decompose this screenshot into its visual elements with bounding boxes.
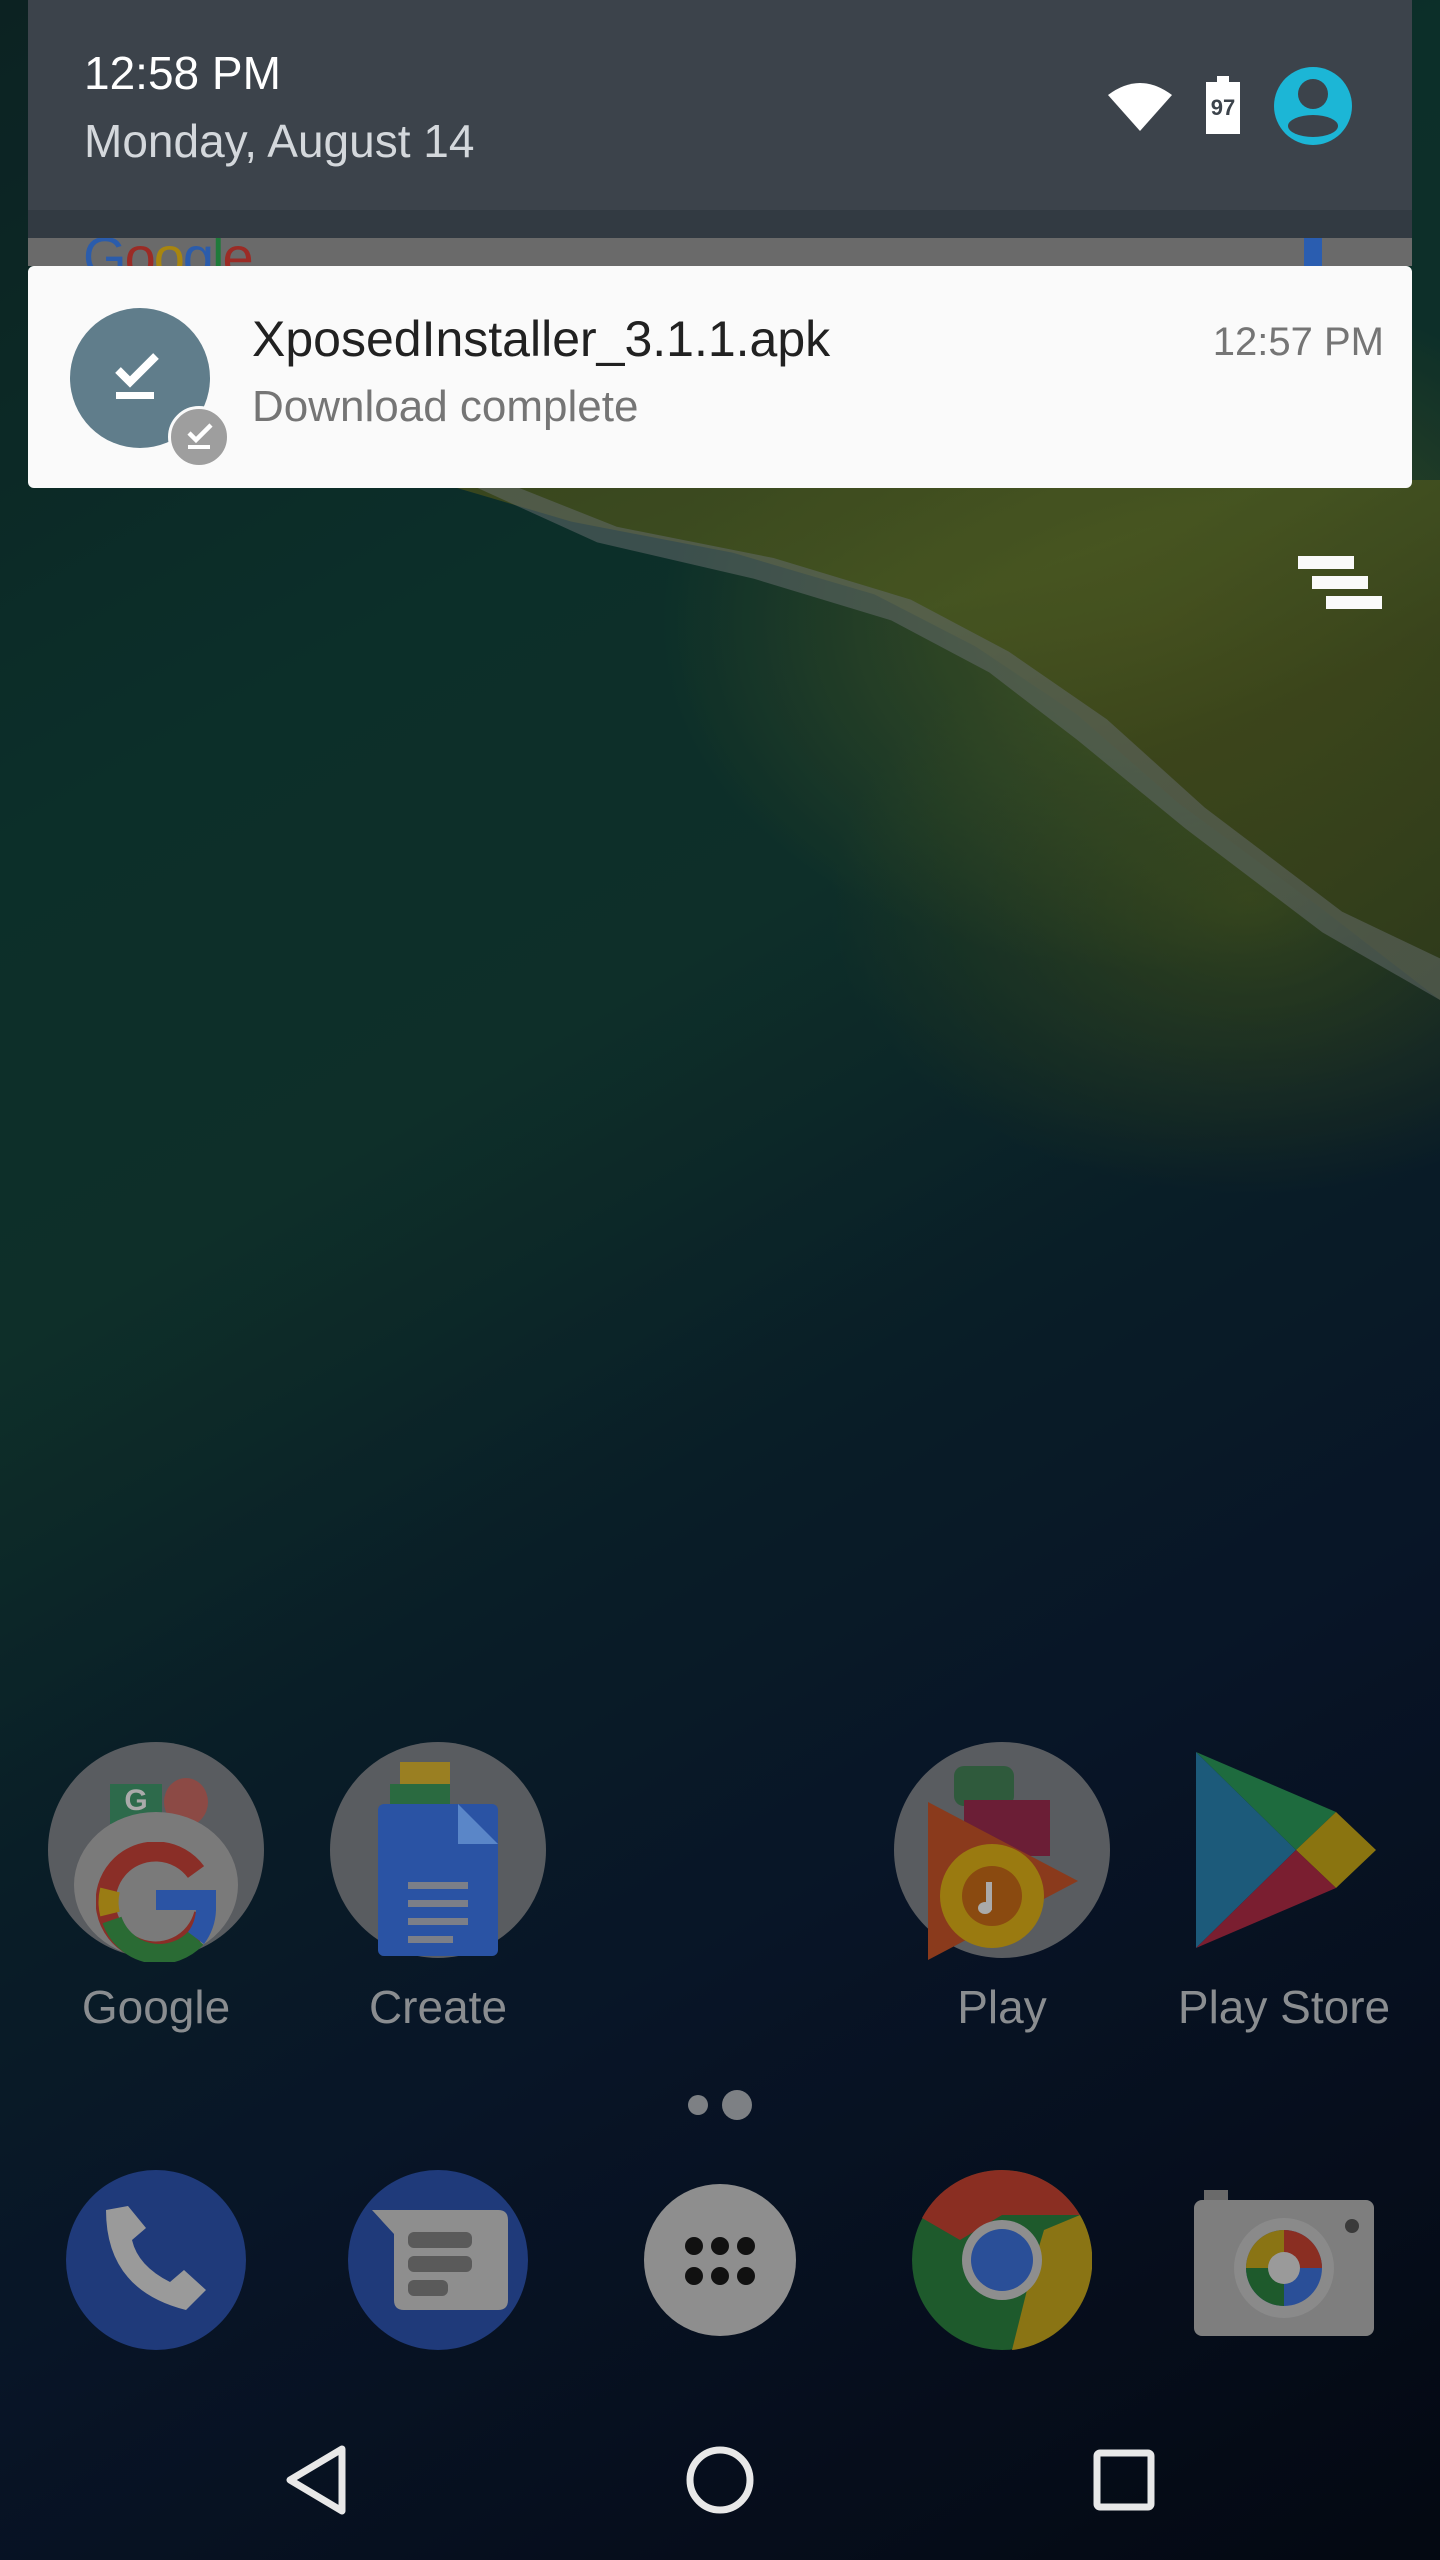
- download-notification[interactable]: XposedInstaller_3.1.1.apk Download compl…: [28, 266, 1412, 488]
- shade-date[interactable]: Monday, August 14: [84, 114, 474, 168]
- back-button[interactable]: [276, 2440, 356, 2520]
- notification-time: 12:57 PM: [1212, 320, 1384, 364]
- navigation-bar: [0, 2400, 1440, 2560]
- dock-camera[interactable]: [1194, 2170, 1374, 2350]
- notification-title: XposedInstaller_3.1.1.apk: [252, 311, 831, 367]
- account-avatar-icon[interactable]: [1274, 67, 1352, 145]
- status-icons: 97: [1108, 66, 1352, 146]
- dock-app-drawer[interactable]: [630, 2170, 810, 2350]
- messages-icon: [348, 2170, 528, 2350]
- app-label: Play Store: [1177, 1981, 1391, 2033]
- app-label: Play: [957, 1981, 1047, 2033]
- docs-folder-icon: [330, 1742, 546, 1958]
- battery-level: 97: [1210, 95, 1236, 120]
- notification-text: Download complete: [252, 382, 639, 431]
- home-button[interactable]: [680, 2440, 760, 2520]
- recents-icon: [1093, 2449, 1155, 2511]
- app-drawer-icon: [644, 2184, 796, 2336]
- mic-icon[interactable]: [1304, 238, 1322, 266]
- play-folder-icon: [894, 1742, 1110, 1960]
- google-search-widget[interactable]: Google: [28, 238, 1412, 266]
- app-label: Google: [81, 1981, 231, 2033]
- dock-phone[interactable]: [66, 2170, 246, 2350]
- page-indicator: [688, 2090, 752, 2120]
- battery-icon: 97: [1206, 76, 1240, 134]
- app-label: Create: [368, 1981, 508, 2033]
- page-dot[interactable]: [688, 2095, 708, 2115]
- recents-button[interactable]: [1084, 2440, 1164, 2520]
- page-dot-active[interactable]: [722, 2090, 752, 2120]
- app-play-folder[interactable]: Play: [892, 1742, 1112, 2034]
- phone-icon: [66, 2170, 246, 2350]
- shade-divider-strip: [28, 210, 1412, 238]
- app-google-folder[interactable]: G Google: [46, 1742, 266, 2034]
- shade-clock: 12:58 PM: [84, 47, 281, 99]
- app-create-folder[interactable]: Create: [328, 1742, 548, 2034]
- app-play-store[interactable]: Play Store: [1174, 1742, 1394, 2034]
- dock-chrome[interactable]: [912, 2169, 1093, 2350]
- wifi-icon: [1108, 83, 1172, 131]
- drawer-handle-icon[interactable]: [1298, 556, 1382, 618]
- back-icon: [286, 2445, 346, 2515]
- camera-icon: [1194, 2190, 1374, 2336]
- notification-shade-header[interactable]: 12:58 PM Monday, August 14 97: [28, 0, 1412, 210]
- google-logo: Google: [83, 238, 254, 266]
- chrome-icon: [912, 2169, 1093, 2350]
- google-folder-icon: G: [48, 1742, 264, 1962]
- dock-messages[interactable]: [348, 2170, 528, 2350]
- home-icon: [686, 2446, 754, 2514]
- play-store-icon: [1176, 1742, 1392, 1958]
- app-badge-icon: [168, 406, 230, 468]
